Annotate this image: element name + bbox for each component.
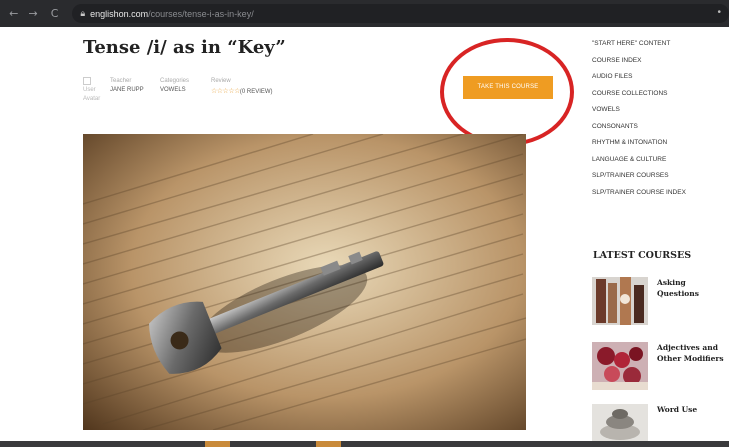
review-label: Review xyxy=(211,78,231,84)
course-name-link[interactable]: Word Use xyxy=(657,404,727,415)
review-count: (0 REVIEW) xyxy=(239,88,273,95)
sidebar-item-slp-trainer-courses[interactable]: SLP/TRAINER COURSES xyxy=(592,171,686,188)
browser-menu-icon[interactable]: • xyxy=(717,7,721,18)
page-title: Tense /i/ as in “Key” xyxy=(83,37,286,58)
course-name-link[interactable]: Adjectives and Other Modifiers xyxy=(657,342,727,364)
course-thumbnail[interactable] xyxy=(592,404,648,441)
reload-icon[interactable]: C xyxy=(47,7,62,20)
broken-image-icon xyxy=(83,77,91,85)
latest-courses-heading: LATEST COURSES xyxy=(593,250,692,261)
teacher-avatar: User Avatar xyxy=(83,77,107,103)
sidebar-item-consonants[interactable]: CONSONANTS xyxy=(592,122,686,139)
browser-toolbar: ← → C 🔒︎ englishon.com /courses/tense-i-… xyxy=(0,0,729,27)
sidebar-item-rhythm-intonation[interactable]: RHYTHM & INTONATION xyxy=(592,138,686,155)
category-link[interactable]: VOWELS xyxy=(160,86,189,95)
sidebar-item-language-culture[interactable]: LANGUAGE & CULTURE xyxy=(592,155,686,172)
teacher-meta: Teacher JANE RUPP xyxy=(110,77,144,94)
taskbar-item[interactable] xyxy=(205,441,230,447)
review-meta: Review ☆☆☆☆☆(0 REVIEW) xyxy=(211,77,273,96)
url-host: englishon.com xyxy=(90,8,149,19)
course-name-link[interactable]: Asking Questions xyxy=(657,277,727,299)
take-course-button[interactable]: TAKE THIS COURSE xyxy=(463,76,553,99)
back-arrow-icon[interactable]: ← xyxy=(6,7,21,20)
teacher-name[interactable]: JANE RUPP xyxy=(110,86,144,95)
sidebar-item-start-here[interactable]: "START HERE" CONTENT xyxy=(592,39,686,56)
address-bar[interactable]: 🔒︎ englishon.com /courses/tense-i-as-in-… xyxy=(72,4,729,23)
course-thumbnail[interactable] xyxy=(592,342,648,390)
sidebar-menu: "START HERE" CONTENT COURSE INDEX AUDIO … xyxy=(592,39,686,204)
sidebar-item-course-index[interactable]: COURSE INDEX xyxy=(592,56,686,73)
categories-meta: Categories VOWELS xyxy=(160,77,189,94)
lock-icon: 🔒︎ xyxy=(80,8,86,19)
sidebar-item-audio-files[interactable]: AUDIO FILES xyxy=(592,72,686,89)
url-path: /courses/tense-i-as-in-key/ xyxy=(148,8,254,19)
bottom-taskbar xyxy=(0,441,729,447)
course-hero-image xyxy=(83,134,526,430)
avatar-alt-text: User Avatar xyxy=(83,87,101,102)
teacher-label: Teacher xyxy=(110,78,132,84)
categories-label: Categories xyxy=(160,78,190,84)
taskbar-item[interactable] xyxy=(316,441,341,447)
sidebar-item-slp-trainer-course-index[interactable]: SLP/TRAINER COURSE INDEX xyxy=(592,188,686,205)
sidebar-item-course-collections[interactable]: COURSE COLLECTIONS xyxy=(592,89,686,106)
forward-arrow-icon[interactable]: → xyxy=(25,7,40,20)
course-thumbnail[interactable] xyxy=(592,277,648,325)
rating-stars-icon: ☆☆☆☆☆ xyxy=(211,86,240,95)
sidebar-item-vowels[interactable]: VOWELS xyxy=(592,105,686,122)
